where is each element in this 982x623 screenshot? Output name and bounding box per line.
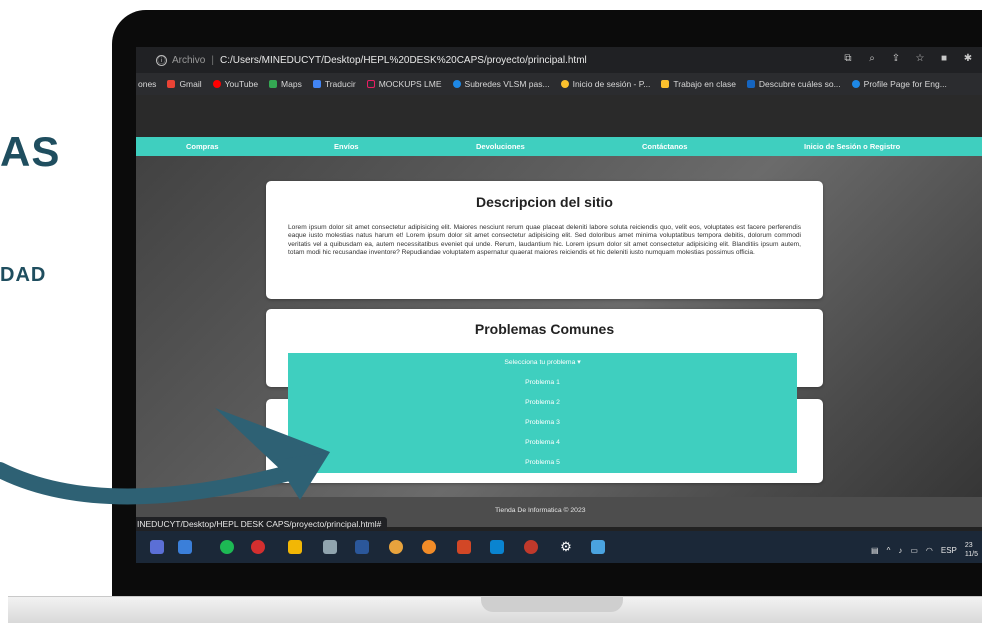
laptop-notch xyxy=(481,596,623,612)
bookmark-item[interactable]: Descubre cuáles so... xyxy=(746,79,841,89)
keyboard-icon[interactable]: ▤ xyxy=(871,546,879,555)
spotify-icon[interactable] xyxy=(220,540,234,554)
opera-icon[interactable] xyxy=(251,540,265,554)
wifi-icon[interactable]: ◠ xyxy=(926,546,933,555)
tray-language[interactable]: ESP xyxy=(941,546,957,555)
system-tray: ▤ ^ ♪ ▭ ◠ ESP 23 11/5 xyxy=(871,541,978,559)
slide: AS DAD ⓘ Archivo | C:/Users/MINEDUCYT/De… xyxy=(0,0,982,623)
vscode-icon[interactable] xyxy=(490,540,504,554)
notepad-icon[interactable] xyxy=(323,540,337,554)
status-bar-url: INEDUCYT/Desktop/HEPL DESK CAPS/proyecto… xyxy=(136,517,388,531)
bookmark-item[interactable]: Maps xyxy=(269,79,302,89)
slide-subheading-fragment: DAD xyxy=(0,264,47,286)
problems-dropdown: Selecciona tu problema ▾ Problema 1 Prob… xyxy=(288,353,797,473)
address-actions: ⧉ ⌕ ⇪ ☆ ■ ✱ xyxy=(842,53,974,65)
tray-date: 11/5 xyxy=(964,551,978,558)
nav-item-contactanos[interactable]: Contáctanos xyxy=(642,142,687,151)
photos-icon[interactable] xyxy=(591,540,605,554)
site-nav: Compras Envíos Devoluciones Contáctanos … xyxy=(136,137,982,156)
bookmark-item[interactable]: Gmail xyxy=(167,79,202,89)
problem-option[interactable]: Problema 5 xyxy=(288,453,797,473)
mail-icon[interactable] xyxy=(178,540,192,554)
nav-item-envios[interactable]: Envíos xyxy=(334,142,359,151)
battery-icon[interactable]: ▭ xyxy=(910,546,918,555)
bookmark-item[interactable]: Trabajo en clase xyxy=(661,79,736,89)
nav-item-compras[interactable]: Compras xyxy=(186,142,219,151)
file-explorer-icon[interactable] xyxy=(288,540,302,554)
translate-bookmark-icon xyxy=(312,80,321,88)
bookmarks-bar: ones Gmail YouTube Maps Traducir MOCKUPS… xyxy=(136,73,982,95)
problem-option[interactable]: Problema 2 xyxy=(288,393,797,413)
bookmark-item[interactable]: ones xyxy=(138,79,156,89)
bookmark-item[interactable]: Profile Page for Eng... xyxy=(851,79,947,89)
nav-item-devoluciones[interactable]: Devoluciones xyxy=(476,142,525,151)
login-icon xyxy=(560,80,569,88)
mockups-icon xyxy=(366,80,375,88)
laptop-screen: ⓘ Archivo | C:/Users/MINEDUCYT/Desktop/H… xyxy=(136,47,982,563)
info-icon[interactable]: ⓘ xyxy=(156,54,167,66)
zoom-icon[interactable]: ⌕ xyxy=(866,53,878,65)
settings-icon[interactable]: ⚙ xyxy=(559,540,573,554)
problem-option[interactable]: Problema 4 xyxy=(288,433,797,453)
address-bar[interactable]: ⓘ Archivo | C:/Users/MINEDUCYT/Desktop/H… xyxy=(136,47,982,73)
youtube-icon xyxy=(212,80,221,88)
tray-clock[interactable]: 23 11/5 xyxy=(965,541,978,559)
bookmark-item[interactable]: Traducir xyxy=(312,79,356,89)
translate-icon[interactable]: ⧉ xyxy=(842,53,854,65)
subnet-icon xyxy=(452,80,461,88)
description-title: Descripcion del sitio xyxy=(476,194,613,210)
slide-heading-fragment: AS xyxy=(0,128,61,175)
tray-time: 23 xyxy=(964,542,973,549)
gmail-icon xyxy=(167,80,176,88)
bookmark-item[interactable]: YouTube xyxy=(212,79,258,89)
address-separator: | xyxy=(211,54,214,66)
chrome-active-icon[interactable] xyxy=(524,540,538,554)
tray-chevron-icon[interactable]: ^ xyxy=(887,546,891,555)
share-icon[interactable]: ⇪ xyxy=(890,53,902,65)
page-header xyxy=(136,95,982,137)
bookmark-item[interactable]: Inicio de sesión - P... xyxy=(560,79,650,89)
maps-icon xyxy=(269,80,278,88)
puzzle-icon[interactable]: ✱ xyxy=(962,53,974,65)
word-icon[interactable] xyxy=(355,540,369,554)
profile-page-icon xyxy=(851,80,860,88)
bookmark-item[interactable]: MOCKUPS LME xyxy=(366,79,442,89)
problems-dropdown-toggle[interactable]: Selecciona tu problema ▾ xyxy=(288,353,797,373)
volume-icon[interactable]: ♪ xyxy=(898,546,902,555)
address-scheme: Archivo xyxy=(172,54,206,66)
nav-item-login[interactable]: Inicio de Sesión o Registro xyxy=(804,142,900,151)
classroom-icon xyxy=(661,80,670,88)
powerpoint-icon[interactable] xyxy=(457,540,471,554)
chrome-alt-icon[interactable] xyxy=(422,540,436,554)
star-icon[interactable]: ☆ xyxy=(914,53,926,65)
problem-option[interactable]: Problema 3 xyxy=(288,413,797,433)
web-page: Compras Envíos Devoluciones Contáctanos … xyxy=(136,95,982,527)
discover-icon xyxy=(746,80,755,88)
address-url[interactable]: C:/Users/MINEDUCYT/Desktop/HEPL%20DESK%2… xyxy=(220,55,587,66)
teams-icon[interactable] xyxy=(150,540,164,554)
problem-option[interactable]: Problema 1 xyxy=(288,373,797,393)
description-card: Descripcion del sitio Lorem ipsum dolor … xyxy=(266,181,823,299)
description-body: Lorem ipsum dolor sit amet consectetur a… xyxy=(288,224,801,257)
footer-text: Tienda De Informatica © 2023 xyxy=(495,507,586,514)
problems-title: Problemas Comunes xyxy=(474,321,615,337)
extension-icon[interactable]: ■ xyxy=(938,53,950,65)
chrome-icon[interactable] xyxy=(389,540,403,554)
bookmark-item[interactable]: Subredes VLSM pas... xyxy=(452,79,550,89)
taskbar: ⚙ ▤ ^ ♪ ▭ ◠ ESP 23 11/5 xyxy=(136,531,982,563)
